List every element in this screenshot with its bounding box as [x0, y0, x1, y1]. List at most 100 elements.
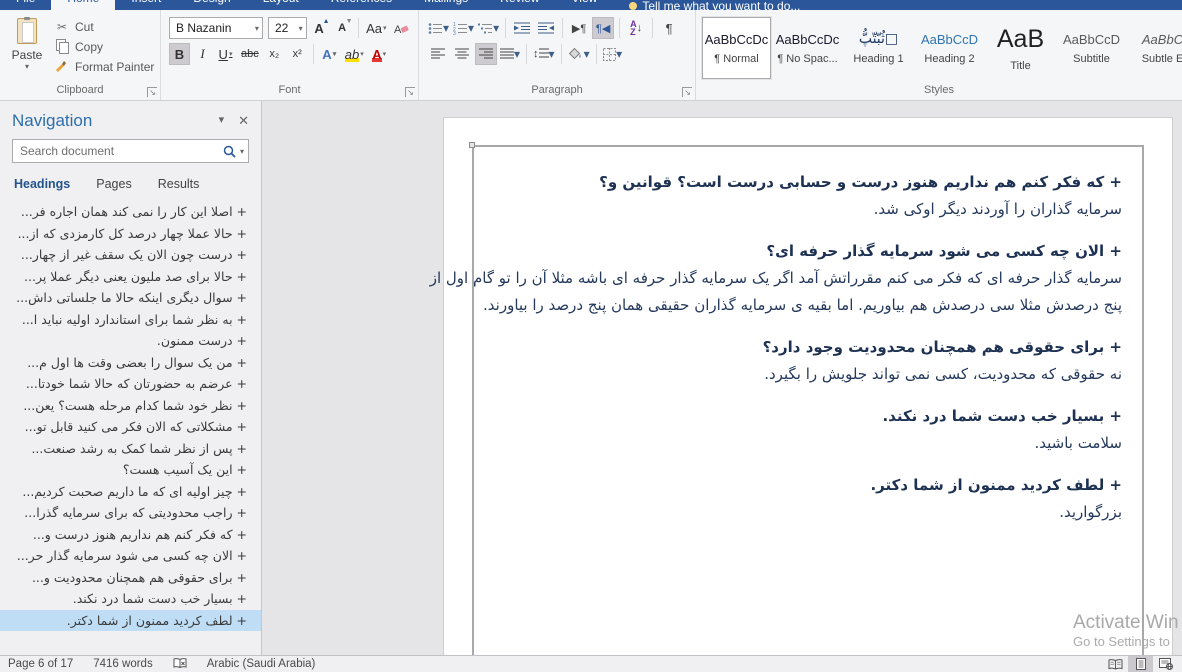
nav-heading-item[interactable]: + بسیار خب دست شما درد نکند.	[0, 588, 261, 610]
nav-heading-item[interactable]: + مشکلاتی که الان فکر می کنید قابل تو...	[0, 416, 261, 438]
tab-layout[interactable]: Layout	[247, 0, 315, 10]
navigation-pane-options-arrow[interactable]: ▾	[219, 113, 225, 129]
shading-button[interactable]: ▾	[567, 43, 591, 65]
document-content[interactable]: + که فکر کنم هم نداریم هنوز درست و حسابی…	[444, 118, 1172, 655]
nav-heading-item[interactable]: + راجب محدودیتی که برای سرمایه گذرا...	[0, 502, 261, 524]
nav-heading-item[interactable]: + من یک سوال را بعضی وقت ها اول م...	[0, 352, 261, 374]
nav-heading-item[interactable]: + برای حقوقی هم همچنان محدودیت و...	[0, 567, 261, 589]
align-left-icon	[431, 48, 445, 60]
bold-button[interactable]: B	[169, 43, 190, 65]
paint-bucket-icon	[568, 48, 584, 61]
shrink-font-button[interactable]: A▼	[332, 17, 353, 39]
search-document-input[interactable]: Search document ▾	[12, 139, 249, 163]
tab-view[interactable]: View	[556, 0, 614, 10]
style--normal[interactable]: AaBbCcDc¶ Normal	[702, 17, 771, 79]
language-indicator[interactable]: Arabic (Saudi Arabia)	[207, 658, 316, 670]
paste-dropdown-arrow[interactable]: ▾	[25, 62, 29, 71]
nav-heading-item[interactable]: + نظر خود شما کدام مرحله هست؟ یعن...	[0, 395, 261, 417]
underline-button[interactable]: U▾	[215, 43, 236, 65]
increase-indent-button[interactable]	[535, 17, 557, 39]
activate-windows-watermark: Activate Win Go to Settings to	[1073, 612, 1179, 649]
highlight-color-button[interactable]: ab▾	[342, 43, 367, 65]
change-case-button[interactable]: Aa▾	[364, 17, 389, 39]
rtl-direction-button[interactable]: ¶◀	[592, 17, 614, 39]
web-layout-button[interactable]	[1153, 656, 1178, 672]
navigation-pane-title: Navigation	[12, 111, 92, 131]
page-number-indicator[interactable]: Page 6 of 17	[8, 658, 73, 670]
tell-me-box[interactable]: Tell me what you want to do...	[629, 0, 800, 10]
decrease-indent-button[interactable]	[511, 17, 533, 39]
italic-button[interactable]: I	[192, 43, 213, 65]
nav-heading-item[interactable]: + حالا عملا چهار درصد کل کارمزدی که از..…	[0, 223, 261, 245]
nav-heading-item[interactable]: + این یک آسیب هست؟	[0, 459, 261, 481]
document-page[interactable]: + که فکر کنم هم نداریم هنوز درست و حسابی…	[443, 117, 1173, 655]
nav-heading-item[interactable]: + اصلا این کار را نمی کند همان اجاره فر.…	[0, 201, 261, 223]
tab-references[interactable]: References	[315, 0, 408, 10]
style--no-spac-[interactable]: AaBbCcDc¶ No Spac...	[773, 17, 842, 79]
nav-heading-item[interactable]: + عرضم به حضورتان که حالا شما خودتا...	[0, 373, 261, 395]
style-preview: AaBbCcD	[921, 32, 978, 47]
nav-tab-results[interactable]: Results	[158, 177, 200, 191]
sort-button[interactable]: AZ ↓	[625, 17, 647, 39]
align-center-button[interactable]	[451, 43, 473, 65]
borders-button[interactable]: ▾	[602, 43, 624, 65]
style-subtle-e[interactable]: AaBbCSubtle E	[1128, 17, 1182, 79]
paragraph-dialog-launcher[interactable]: ↘	[682, 87, 692, 97]
nav-heading-item[interactable]: + چیز اولیه ای که ما داریم صحبت کردیم...	[0, 481, 261, 503]
search-options-arrow[interactable]: ▾	[240, 147, 244, 156]
multilevel-list-button[interactable]: ▾	[477, 17, 500, 39]
cut-button[interactable]: ✂ Cut	[50, 17, 158, 36]
nav-heading-item[interactable]: + حالا برای صد ملیون یعنی دیگر عملا پر..…	[0, 266, 261, 288]
font-name-combo[interactable]: B Nazanin ▾	[169, 17, 263, 39]
nav-heading-item[interactable]: + که فکر کنم هم نداریم هنوز درست و...	[0, 524, 261, 546]
font-color-button[interactable]: A▾	[369, 43, 390, 65]
bullets-button[interactable]: ▾	[427, 17, 450, 39]
clipboard-dialog-launcher[interactable]: ↘	[147, 87, 157, 97]
clear-formatting-button[interactable]: A	[391, 17, 412, 39]
text-effects-button[interactable]: A▾	[319, 43, 340, 65]
tab-design[interactable]: Design	[177, 0, 246, 10]
doc-heading: + برای حقوقی هم همچنان محدودیت وجود دارد…	[494, 334, 1122, 361]
word-count-indicator[interactable]: 7416 words	[93, 658, 152, 670]
paste-button[interactable]: Paste ▾	[4, 13, 50, 83]
nav-heading-item[interactable]: + الان چه کسی می شود سرمایه گذار حر...	[0, 545, 261, 567]
style-title[interactable]: AaBTitle	[986, 17, 1055, 79]
format-painter-button[interactable]: Format Painter	[50, 57, 158, 76]
nav-heading-item[interactable]: + درست چون الان یک سقف غیر از چهار...	[0, 244, 261, 266]
justify-button[interactable]: ▾	[499, 43, 521, 65]
style-heading-2[interactable]: AaBbCcDHeading 2	[915, 17, 984, 79]
nav-heading-item[interactable]: + به نظر شما برای استاندارد اولیه نباید …	[0, 309, 261, 331]
proofing-error-icon[interactable]	[173, 658, 187, 670]
tab-mailings[interactable]: Mailings	[408, 0, 484, 10]
tab-file[interactable]: File	[0, 0, 51, 10]
grow-font-button[interactable]: A▲	[309, 17, 330, 39]
strikethrough-button[interactable]: abc	[238, 43, 262, 65]
style-heading-1[interactable]: ثُبّتّپُّ□Heading 1	[844, 17, 913, 79]
nav-tab-headings[interactable]: Headings	[14, 177, 70, 191]
read-mode-button[interactable]	[1103, 656, 1128, 672]
tab-home[interactable]: Home	[51, 0, 115, 10]
superscript-button[interactable]: x²	[287, 43, 308, 65]
nav-heading-item[interactable]: + پس از نظر شما کمک به رشد صنعت...	[0, 438, 261, 460]
bullets-icon	[428, 22, 443, 35]
show-marks-button[interactable]: ¶	[658, 17, 680, 39]
nav-heading-item[interactable]: + لطف کردید ممنون از شما دکتر.	[0, 610, 261, 632]
nav-heading-item[interactable]: + درست ممنون.	[0, 330, 261, 352]
numbering-button[interactable]: 123 ▾	[452, 17, 475, 39]
align-right-button[interactable]	[475, 43, 497, 65]
line-spacing-button[interactable]: ↕ ▾	[532, 43, 556, 65]
tab-review[interactable]: Review	[484, 0, 555, 10]
font-size-combo[interactable]: 22 ▾	[268, 17, 307, 39]
subscript-button[interactable]: x₂	[264, 43, 285, 65]
search-icon[interactable]	[223, 145, 236, 158]
style-subtitle[interactable]: AaBbCcDSubtitle	[1057, 17, 1126, 79]
align-left-button[interactable]	[427, 43, 449, 65]
ltr-direction-button[interactable]: ▶¶	[568, 17, 590, 39]
tab-insert[interactable]: Insert	[115, 0, 177, 10]
print-layout-button[interactable]	[1128, 656, 1153, 672]
copy-button[interactable]: Copy	[50, 37, 158, 56]
nav-heading-item[interactable]: + سوال دیگری اینکه حالا ما جلساتی داش...	[0, 287, 261, 309]
nav-tab-pages[interactable]: Pages	[96, 177, 131, 191]
navigation-pane-close-icon[interactable]: ✕	[238, 113, 249, 129]
font-dialog-launcher[interactable]: ↘	[405, 87, 415, 97]
